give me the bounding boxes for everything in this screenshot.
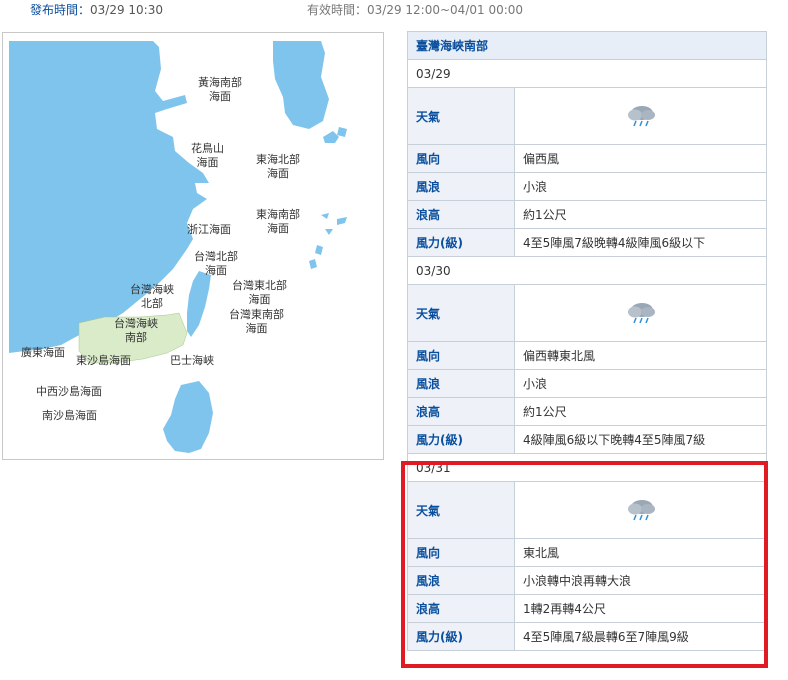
- mainland-china: [9, 41, 209, 353]
- region-label: 廣東海面: [21, 346, 65, 359]
- taiwan-island: [187, 271, 211, 337]
- table-row: 風浪 小浪轉中浪再轉大浪: [407, 566, 767, 595]
- weather-label: 天氣: [407, 87, 515, 145]
- forecast-date: 03/29: [407, 59, 767, 88]
- region-label: 台灣東北部 海面: [232, 279, 287, 306]
- top-info-bar: 發布時間：03/29 10:30 有效時間：03/29 12:00~04/01 …: [0, 0, 788, 18]
- rain-cloud-icon: [627, 105, 655, 126]
- table-row: 浪高 1轉2再轉4公尺: [407, 594, 767, 623]
- ryukyu-islands: [309, 213, 347, 269]
- region-label: 台灣東南部 海面: [229, 308, 284, 335]
- forecast-table: 臺灣海峽南部 03/29 天氣 風向 偏西風 風浪 小浪 浪高 約1公尺 風力(級) 4…: [407, 31, 767, 651]
- japan-islands: [323, 127, 347, 143]
- region-label: 東沙島海面: [76, 354, 131, 367]
- region-label: 黃海南部 海面: [198, 76, 242, 103]
- region-label: 浙江海面: [187, 223, 231, 236]
- weather-cell: [514, 87, 767, 145]
- luzon-island: [163, 381, 213, 453]
- region-label: 台灣海峽 北部: [130, 283, 174, 310]
- korean-peninsula: [273, 41, 329, 129]
- table-row: 風力(級) 4級陣風6級以下晚轉4至5陣風7級: [407, 425, 767, 454]
- table-row: 浪高 約1公尺: [407, 200, 767, 229]
- rain-cloud-icon: [627, 499, 655, 520]
- region-label: 中西沙島海面: [36, 385, 102, 398]
- region-label: 東海南部 海面: [256, 208, 300, 235]
- table-row: 風浪 小浪: [407, 369, 767, 398]
- region-label: 東海北部 海面: [256, 153, 300, 180]
- table-row: 天氣: [407, 481, 767, 539]
- table-row: 風浪 小浪: [407, 172, 767, 201]
- weather-cell: [514, 284, 767, 342]
- table-row: 風力(級) 4至5陣風7級晚轉4級陣風6級以下: [407, 228, 767, 257]
- region-label: 花鳥山 海面: [191, 142, 224, 169]
- region-label: 南沙島海面: [42, 409, 97, 422]
- rain-cloud-icon: [627, 302, 655, 323]
- region-title: 臺灣海峽南部: [407, 31, 767, 60]
- region-label: 台灣北部 海面: [194, 250, 238, 277]
- table-row: 天氣: [407, 87, 767, 145]
- table-row: 天氣: [407, 284, 767, 342]
- table-row: 風力(級) 4至5陣風7級晨轉6至7陣風9級: [407, 622, 767, 651]
- valid-time: 有效時間：03/29 12:00~04/01 00:00: [307, 3, 524, 17]
- sea-area-map: 黃海南部 海面 花鳥山 海面 東海北部 海面 東海南部 海面 浙江海面 台灣北部 海面 台…: [2, 32, 384, 460]
- weather-cell: [514, 481, 767, 539]
- forecast-date: 03/30: [407, 256, 767, 285]
- publish-time: 發布時間：03/29 10:30: [30, 3, 163, 17]
- table-row: 風向 偏西轉東北風: [407, 341, 767, 370]
- forecast-date: 03/31: [407, 453, 767, 482]
- region-label: 台灣海峽 南部: [114, 317, 158, 344]
- table-row: 風向 偏西風: [407, 144, 767, 173]
- region-label: 巴士海峽: [170, 354, 214, 367]
- forecast-header-row: 臺灣海峽南部: [407, 31, 767, 60]
- table-row: 風向 東北風: [407, 538, 767, 567]
- table-row: 浪高 約1公尺: [407, 397, 767, 426]
